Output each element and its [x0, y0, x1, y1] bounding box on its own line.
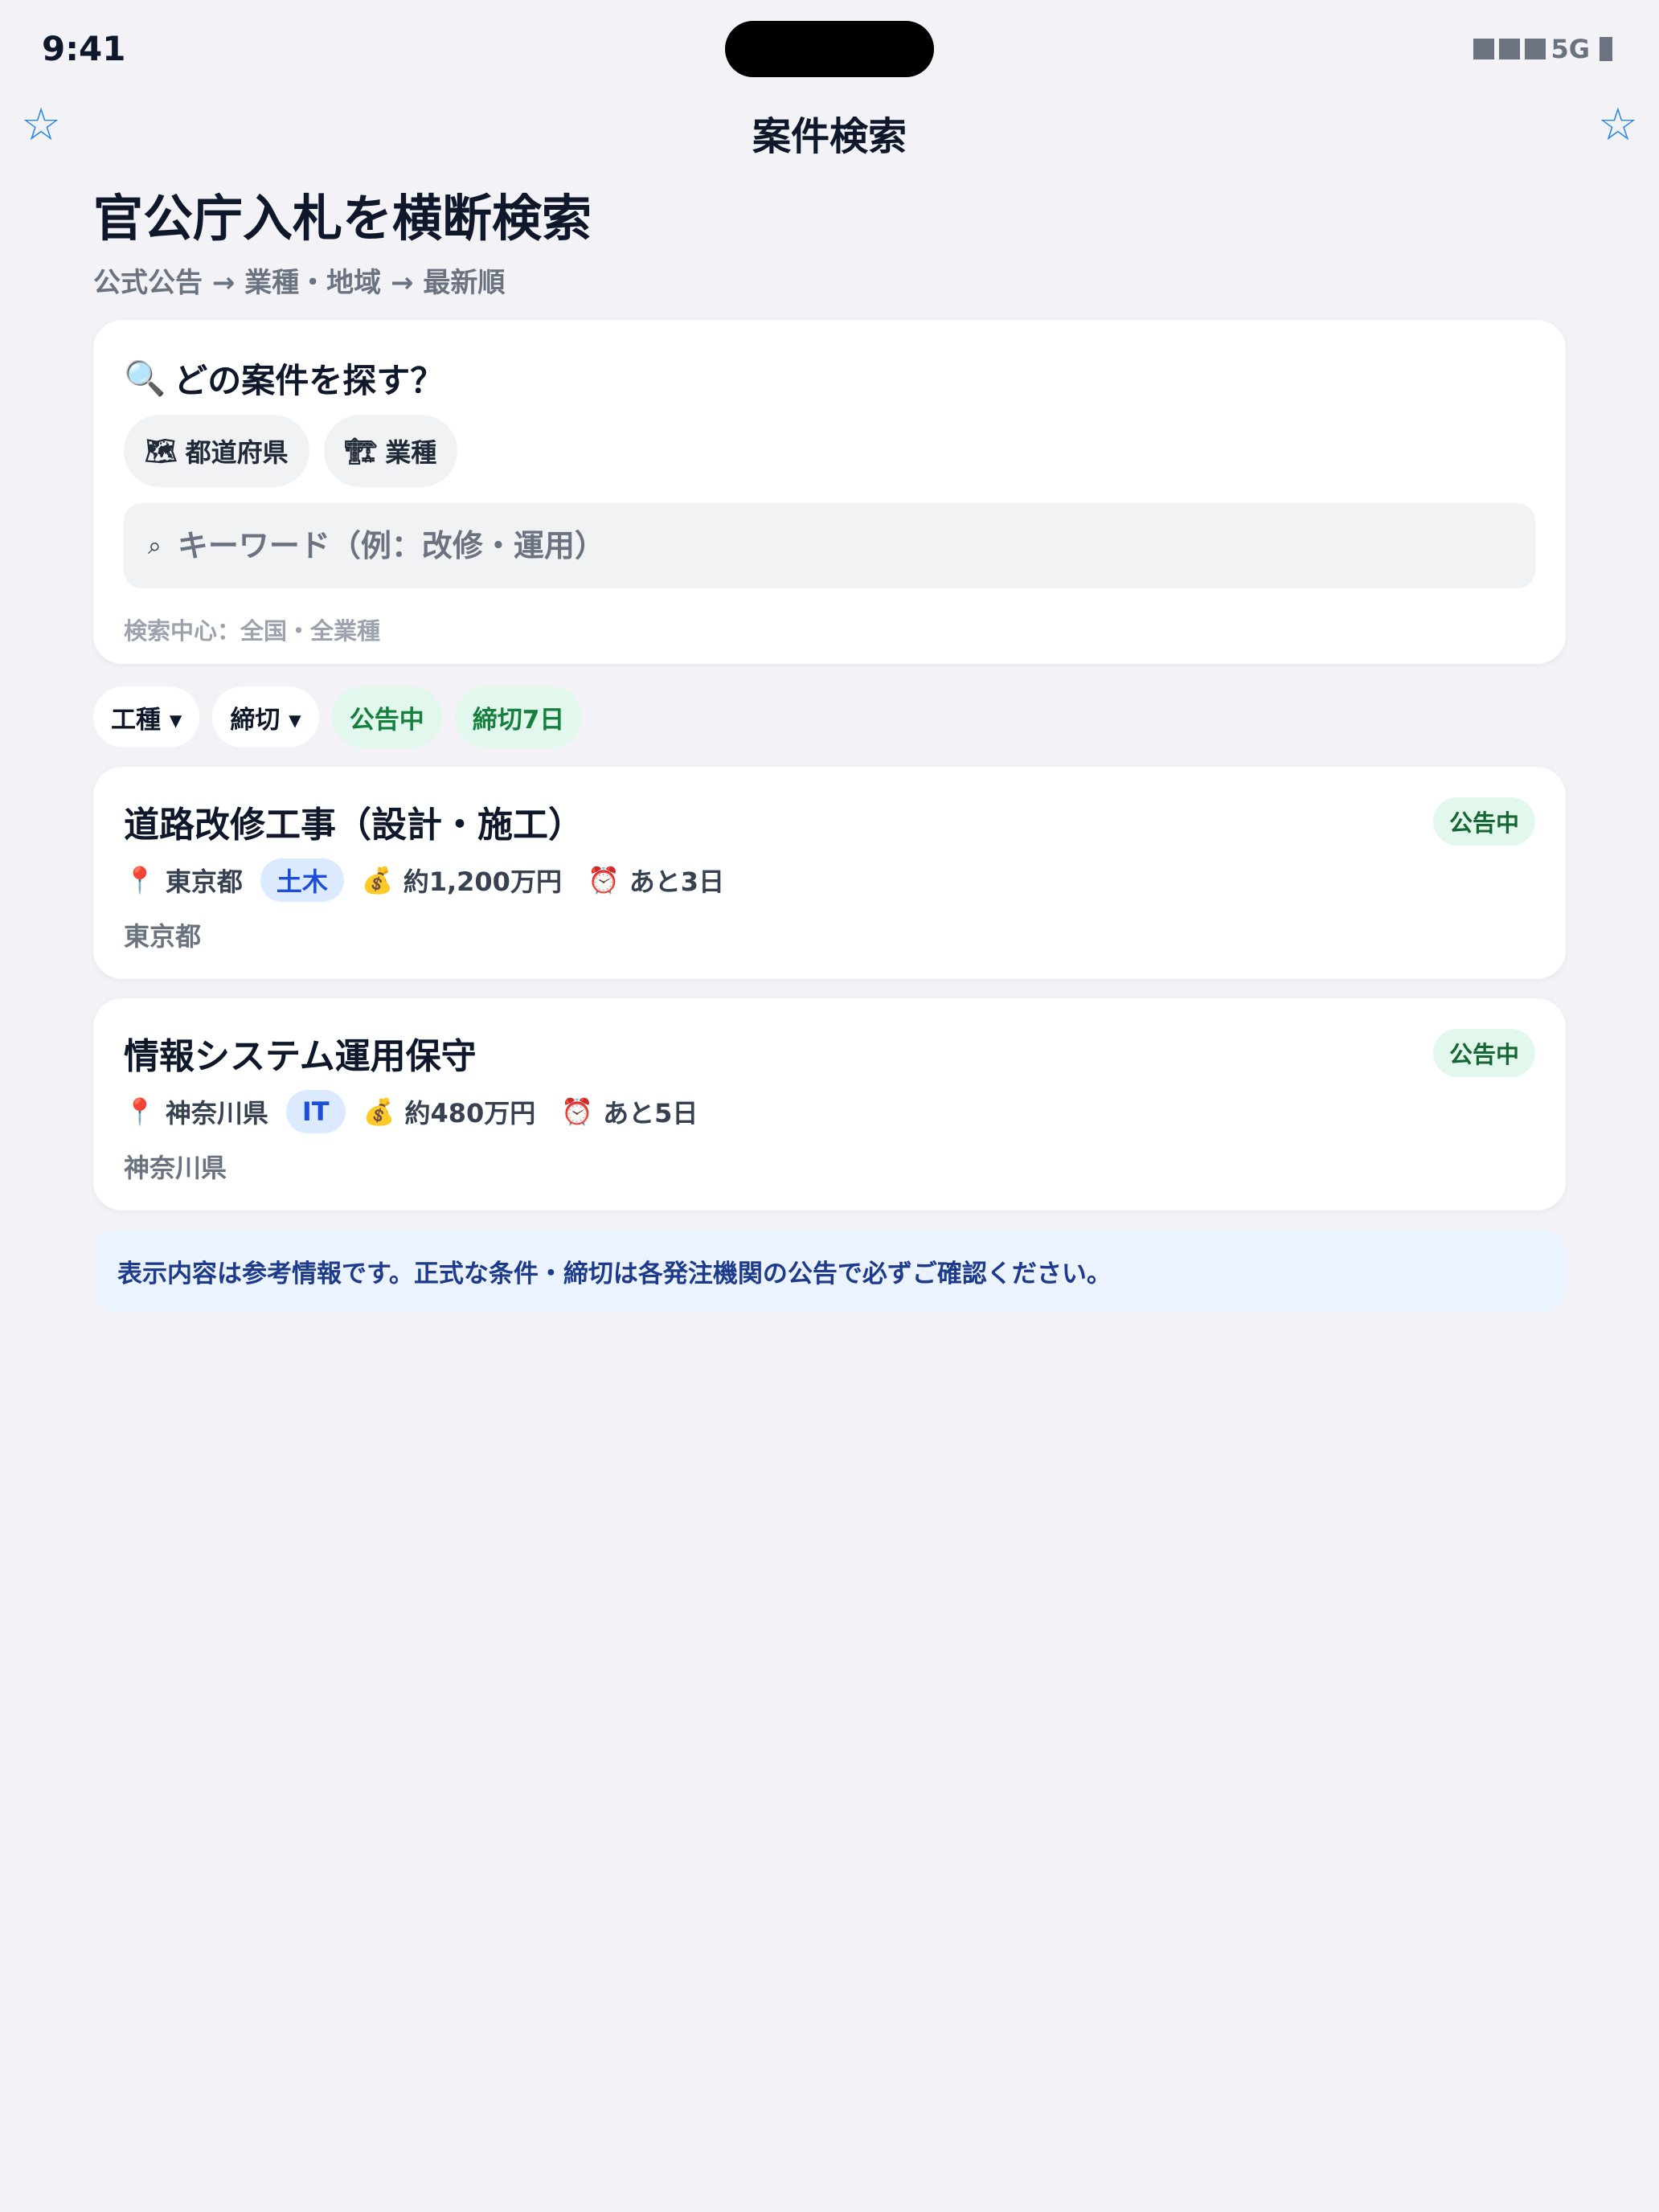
tender-card[interactable]: 道路改修工事（設計・施工） 公告中 📍 東京都 土木 💰 約1,200万円 ⏰ … — [93, 767, 1566, 979]
prefecture-chip-label: 都道府県 — [185, 437, 289, 468]
magnifier-icon: 🔍 — [124, 358, 166, 398]
work-type-filter[interactable]: 工種 ▾ — [93, 686, 200, 748]
filter-bar: 工種 ▾ 締切 ▾ 公告中 締切7日 — [93, 686, 583, 748]
pin-icon: 📍 — [124, 1096, 156, 1127]
keyword-input[interactable] — [175, 513, 1465, 579]
disclaimer-text: 表示内容は参考情報です。正式な条件・締切は各発注機関の公告で必ずご確認ください。 — [117, 1259, 1112, 1288]
status-badge: 公告中 — [1432, 797, 1535, 846]
deadline-7days-filter[interactable]: 締切7日 — [454, 686, 583, 748]
tender-prefecture: 東京都 — [165, 866, 243, 897]
prefecture-chip[interactable]: 🗺 都道府県 — [124, 415, 309, 487]
tender-meta: 📍 神奈川県 IT 💰 約480万円 ⏰ あと5日 — [124, 1090, 698, 1133]
alarm-clock-icon: ⏰ — [561, 1096, 594, 1127]
status-time: 9:41 — [42, 29, 126, 68]
signal-indicator: 5G — [1473, 34, 1612, 64]
page-title: 案件検索 — [752, 114, 907, 159]
dynamic-island — [725, 21, 934, 77]
main-content: 官公庁入札を横断検索 公式公告 → 業種・地域 → 最新順 🔍 どの案件を探す？… — [93, 186, 1566, 1312]
search-chips: 🗺 都道府県 🏗 業種 — [124, 415, 458, 487]
money-bag-icon: 💰 — [361, 865, 394, 895]
status-bar: 9:41 5G — [0, 0, 1659, 96]
tender-title: 道路改修工事（設計・施工） — [124, 805, 584, 846]
industry-chip[interactable]: 🏗 業種 — [323, 415, 458, 487]
status-badge: 公告中 — [1432, 1029, 1535, 1077]
signal-bars-icon — [1473, 39, 1495, 59]
favorite-star-icon[interactable]: ☆ — [1598, 103, 1638, 148]
battery-icon — [1600, 37, 1612, 61]
announced-filter[interactable]: 公告中 — [331, 686, 442, 748]
category-tag: IT — [285, 1090, 346, 1133]
tender-deadline: あと3日 — [629, 866, 725, 897]
disclaimer-notice: 表示内容は参考情報です。正式な条件・締切は各発注機関の公告で必ずご確認ください。 — [93, 1230, 1566, 1312]
tender-location: 東京都 — [124, 921, 202, 952]
hero-subtitle: 公式公告 → 業種・地域 → 最新順 — [93, 267, 506, 299]
industry-chip-label: 業種 — [385, 437, 437, 468]
deadline-filter[interactable]: 締切 ▾ — [212, 686, 319, 748]
tender-deadline: あと5日 — [603, 1098, 698, 1129]
signal-bars-icon — [1525, 39, 1546, 59]
search-card: 🔍 どの案件を探す？ 🗺 都道府県 🏗 業種 ⌕ 検索中心：全国・全業種 — [93, 320, 1566, 664]
category-tag: 土木 — [260, 858, 344, 902]
hero-title: 官公庁入札を横断検索 — [93, 189, 592, 248]
money-bag-icon: 💰 — [363, 1096, 395, 1127]
nav-bar: ☆ 案件検索 ☆ — [0, 96, 1659, 162]
alarm-clock-icon: ⏰ — [587, 865, 620, 895]
tender-budget: 約1,200万円 — [403, 866, 562, 897]
search-scope-hint: 検索中心：全国・全業種 — [124, 617, 381, 645]
network-type: 5G — [1550, 34, 1590, 64]
keyword-search-box[interactable]: ⌕ — [124, 503, 1535, 588]
construction-icon: 🏗 — [344, 436, 378, 466]
tender-meta: 📍 東京都 土木 💰 約1,200万円 ⏰ あと3日 — [124, 858, 724, 902]
search-heading-label: どの案件を探す？ — [174, 361, 444, 400]
pin-icon: 📍 — [124, 865, 156, 895]
search-heading: 🔍 どの案件を探す？ — [124, 354, 444, 403]
map-icon: 🗺 — [145, 436, 178, 466]
tender-card[interactable]: 情報システム運用保守 公告中 📍 神奈川県 IT 💰 約480万円 ⏰ あと5日… — [93, 998, 1566, 1210]
tender-location: 神奈川県 — [124, 1153, 227, 1183]
search-icon: ⌕ — [148, 531, 162, 560]
tender-budget: 約480万円 — [404, 1098, 536, 1129]
tender-prefecture: 神奈川県 — [165, 1098, 268, 1129]
tender-title: 情報システム運用保守 — [124, 1036, 477, 1077]
signal-bars-icon — [1499, 39, 1521, 59]
